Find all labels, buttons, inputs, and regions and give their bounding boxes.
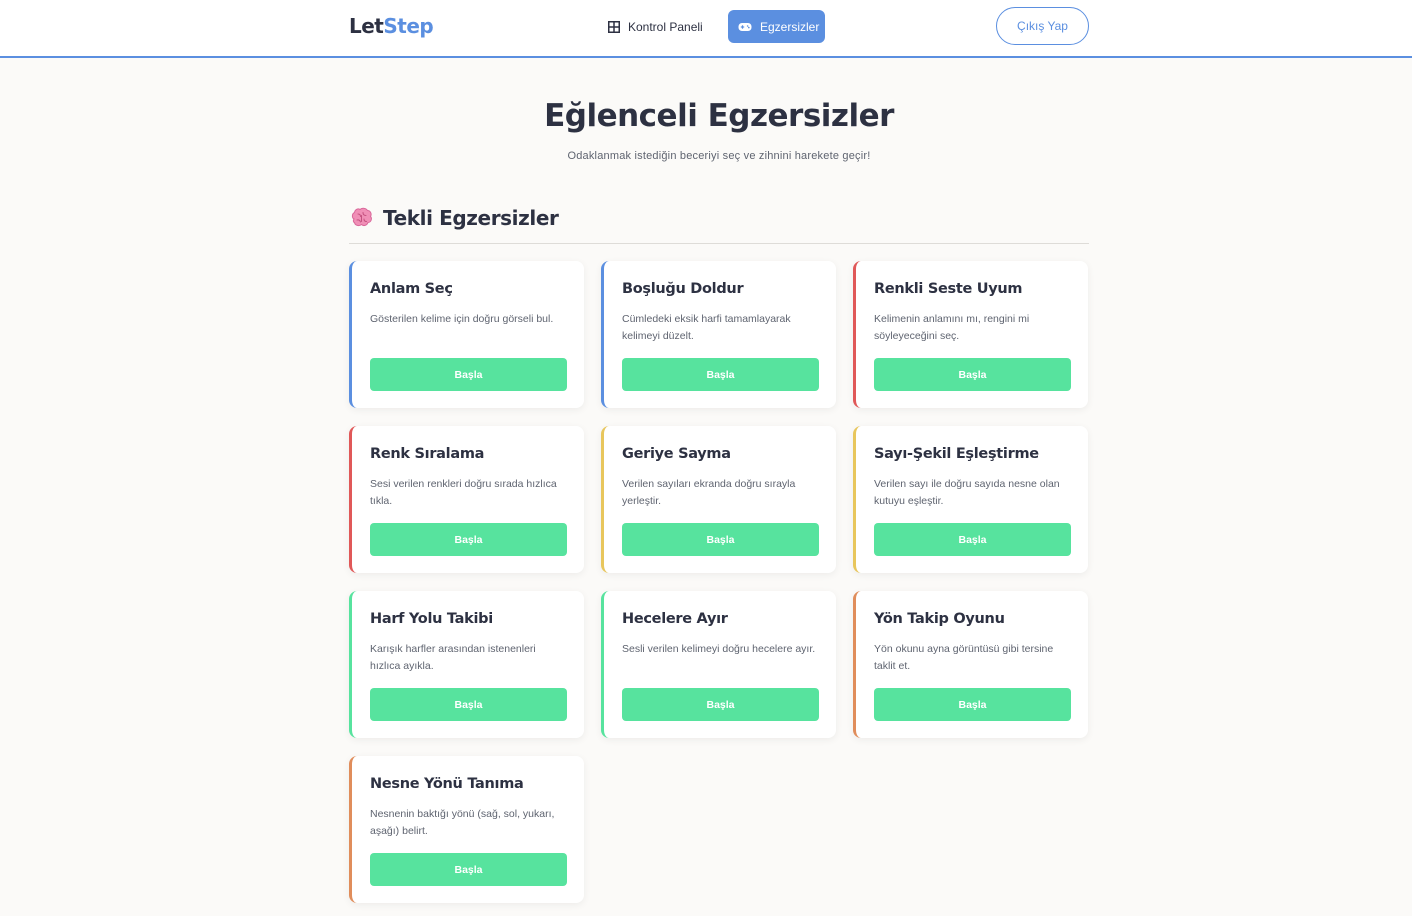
card-description: Yön okunu ayna görüntüsü gibi tersine ta… [874,643,1054,672]
exercise-card-boslugu-doldur: Boşluğu Doldur Cümledeki eksik harfi tam… [601,261,836,408]
logo-text-step: Step [383,14,434,38]
card-title: Anlam Seç [370,281,453,297]
card-title: Boşluğu Doldur [622,281,744,297]
page-subtitle: Odaklanmak istediğin beceriyi seç ve zih… [567,150,871,162]
card-description: Verilen sayı ile doğru sayıda nesne olan… [874,478,1060,507]
exercise-card-hecelere-ayir: Hecelere Ayır Sesli verilen kelimeyi doğ… [601,591,836,738]
card-title: Renk Sıralama [370,446,485,462]
card-description: Karışık harfler arasından istenenleri hı… [370,643,536,672]
start-button[interactable]: Başla [622,358,819,391]
nav-dashboard-label: Kontrol Paneli [628,19,703,34]
page-title: Eğlenceli Egzersizler [544,98,894,134]
card-description: Gösterilen kelime için doğru görseli bul… [370,313,554,325]
card-title: Harf Yolu Takibi [370,611,493,627]
start-button[interactable]: Başla [370,523,567,556]
card-title: Yön Takip Oyunu [874,611,1005,627]
gamepad-icon [738,22,752,32]
card-description: Sesli verilen kelimeyi doğru hecelere ay… [622,643,816,655]
card-title: Geriye Sayma [622,446,731,462]
start-button[interactable]: Başla [874,358,1071,391]
start-button[interactable]: Başla [370,853,567,886]
card-title: Hecelere Ayır [622,611,728,627]
card-description: Cümledeki eksik harfi tamamlayarak kelim… [622,313,791,342]
exercise-card-yon-takip-oyunu: Yön Takip Oyunu Yön okunu ayna görüntüsü… [853,591,1088,738]
section-title: Tekli Egzersizler [383,206,559,230]
exercise-card-harf-yolu-takibi: Harf Yolu Takibi Karışık harfler arasınd… [349,591,584,738]
start-button[interactable]: Başla [874,688,1071,721]
exercise-card-anlam-sec: Anlam Seç Gösterilen kelime için doğru g… [349,261,584,408]
start-button[interactable]: Başla [622,688,819,721]
nav-dashboard-button[interactable]: Kontrol Paneli [598,10,713,43]
exercise-card-geriye-sayma: Geriye Sayma Verilen sayıları ekranda do… [601,426,836,573]
card-description: Nesnenin baktığı yönü (sağ, sol, yukarı,… [370,808,555,837]
logo-text-let: Let [349,14,384,38]
card-description: Verilen sayıları ekranda doğru sırayla y… [622,478,796,507]
start-button[interactable]: Başla [370,358,567,391]
nav-exercises-button[interactable]: Egzersizler [728,10,825,43]
exercise-grid: Anlam Seç Gösterilen kelime için doğru g… [349,261,1089,903]
logo[interactable]: LetStep [349,14,434,38]
start-button[interactable]: Başla [622,523,819,556]
card-title: Nesne Yönü Tanıma [370,776,524,792]
section-header: Tekli Egzersizler [349,205,1089,244]
top-navbar: LetStep Kontrol Paneli Egzersizler Çıkış… [0,0,1412,58]
exercise-card-renk-siralama: Renk Sıralama Sesi verilen renkleri doğr… [349,426,584,573]
card-description: Sesi verilen renkleri doğru sırada hızlı… [370,478,557,507]
start-button[interactable]: Başla [874,523,1071,556]
exercise-card-renkli-seste-uyum: Renkli Seste Uyum Kelimenin anlamını mı,… [853,261,1088,408]
brain-icon [349,205,375,236]
logout-button[interactable]: Çıkış Yap [996,7,1089,45]
exercise-card-nesne-yonu-tanima: Nesne Yönü Tanıma Nesnenin baktığı yönü … [349,756,584,903]
nav-exercises-label: Egzersizler [760,19,820,34]
grid-icon [608,20,620,33]
card-description: Kelimenin anlamını mı, rengini mi söyley… [874,313,1030,342]
start-button[interactable]: Başla [370,688,567,721]
exercise-card-sayi-sekil-eslestirme: Sayı-Şekil Eşleştirme Verilen sayı ile d… [853,426,1088,573]
card-title: Sayı-Şekil Eşleştirme [874,446,1039,462]
card-title: Renkli Seste Uyum [874,281,1023,297]
